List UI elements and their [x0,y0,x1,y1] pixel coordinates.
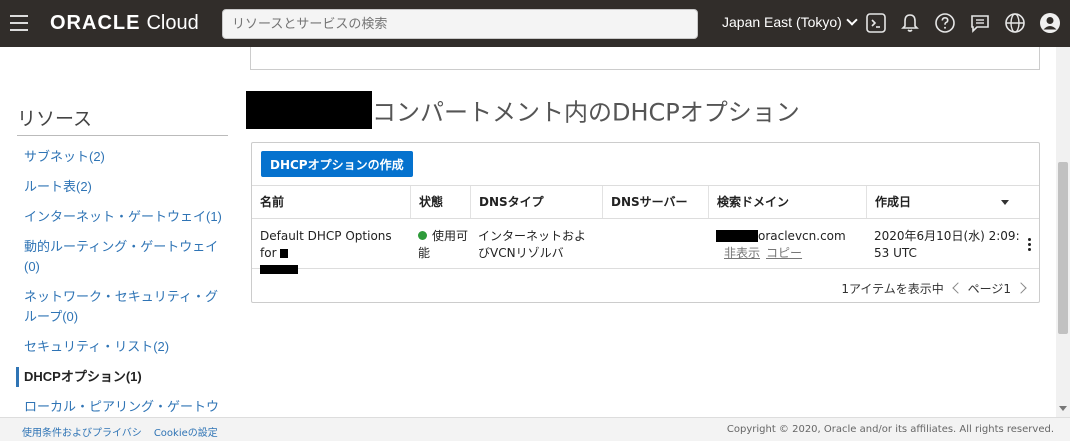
details-card-bottom [250,47,1040,70]
items-shown-count: 1アイテムを表示中 [841,282,944,296]
sidebar-item-security-lists[interactable]: セキュリティ・リスト(2) [16,337,228,357]
menu-icon[interactable] [10,15,28,31]
cookie-settings-link[interactable]: Cookieの設定 [154,428,218,439]
search-input[interactable] [222,9,698,39]
chevron-down-icon [846,14,858,26]
column-header-name[interactable]: 名前 [252,186,410,218]
pagination: 1アイテムを表示中 ページ1 [841,280,1031,297]
cell-state: 使用可能 [410,228,468,262]
resources-title: リソース [17,109,93,130]
region-selector[interactable]: Japan East (Tokyo) [722,14,858,30]
resources-menu: サブネット(2) ルート表(2) インターネット・ゲートウェイ(1) 動的ルーテ… [16,147,228,417]
column-header-created[interactable]: 作成日 [866,186,1039,218]
sidebar-item-network-security-groups[interactable]: ネットワーク・セキュリティ・グループ(0) [16,287,228,327]
sidebar-item-internet-gateways[interactable]: インターネット・ゲートウェイ(1) [16,207,228,227]
region-label: Japan East (Tokyo) [722,14,842,30]
row-actions-menu-icon[interactable] [1028,238,1031,253]
sidebar-item-local-peering-gateways[interactable]: ローカル・ピアリング・ゲートウェイ(0) [16,397,228,417]
sidebar-item-route-tables[interactable]: ルート表(2) [16,177,228,197]
search-domain-value: oraclevcn.com [758,229,846,243]
chevron-left-icon[interactable] [951,282,964,294]
chevron-right-icon[interactable] [1015,282,1027,294]
search-domain-actions: 非表示 コピー [716,246,808,260]
chat-icon[interactable] [969,12,991,34]
cell-search-domain: oraclevcn.com 非表示 コピー [708,228,866,262]
page-title-text: コンパートメント内のDHCPオプション [372,98,800,127]
column-header-dns-type[interactable]: DNSタイプ [470,186,602,218]
top-navigation-bar: ORACLECloud Japan East (Tokyo) [0,0,1070,47]
sidebar-item-dhcp-options[interactable]: DHCPオプション(1) [16,367,228,387]
vertical-scrollbar[interactable] [1056,47,1070,417]
redacted-domain-part [716,230,758,242]
table-row: Default DHCP Options for 使用可能 インターネットおよび… [252,219,1039,274]
globe-icon[interactable] [1004,12,1026,34]
dhcp-options-table-card: DHCPオプションの作成 名前 状態 DNSタイプ DNSサーバー 検索ドメイン… [251,142,1040,303]
sidebar-item-drg[interactable]: 動的ルーティング・ゲートウェイ(0) [16,237,228,277]
sidebar-item-subnets[interactable]: サブネット(2) [16,147,228,167]
redacted-name-part [280,249,289,258]
page-content: リソース サブネット(2) ルート表(2) インターネット・ゲートウェイ(1) … [0,47,1056,417]
copyright-text: Copyright © 2020, Oracle and/or its affi… [726,424,1054,435]
cell-dns-type: インターネットおよびVCNリゾルバ [478,229,587,260]
page-title: コンパートメント内のDHCPオプション [246,91,800,129]
logo-product: Cloud [146,12,199,34]
column-header-created-label: 作成日 [875,195,912,209]
scrollbar-thumb[interactable] [1058,162,1068,334]
page-number: ページ1 [967,282,1011,296]
column-header-search-domain[interactable]: 検索ドメイン [708,186,866,218]
cell-name: Default DHCP Options for [252,228,410,279]
hide-link[interactable]: 非表示 [724,246,760,260]
help-icon[interactable] [934,12,956,34]
status-available-icon [418,231,427,240]
redacted-compartment-name [246,91,372,129]
cloud-shell-icon[interactable] [865,12,887,34]
footer: 使用条件およびプライバシ Cookieの設定 Copyright © 2020, … [0,417,1070,441]
column-header-state[interactable]: 状態 [410,186,470,218]
create-dhcp-options-button[interactable]: DHCPオプションの作成 [261,151,413,177]
resources-divider [17,135,228,136]
footer-links: 使用条件およびプライバシ Cookieの設定 [22,424,230,439]
table-header: 名前 状態 DNSタイプ DNSサーバー 検索ドメイン 作成日 [252,185,1039,219]
cell-created: 2020年6月10日(水) 2:09:53 UTC [874,229,1020,260]
terms-link[interactable]: 使用条件およびプライバシ [22,428,142,439]
logo-brand: ORACLE [50,12,141,34]
profile-icon[interactable] [1039,12,1061,34]
oracle-cloud-logo[interactable]: ORACLE Cloud [50,12,199,35]
bell-icon[interactable] [899,12,921,34]
copy-link[interactable]: コピー [766,246,802,260]
scroll-down-arrow-icon[interactable] [1059,406,1067,411]
column-header-dns-servers[interactable]: DNSサーバー [602,186,708,218]
sort-caret-icon[interactable] [1001,200,1009,205]
redacted-name-part-2 [260,265,298,274]
